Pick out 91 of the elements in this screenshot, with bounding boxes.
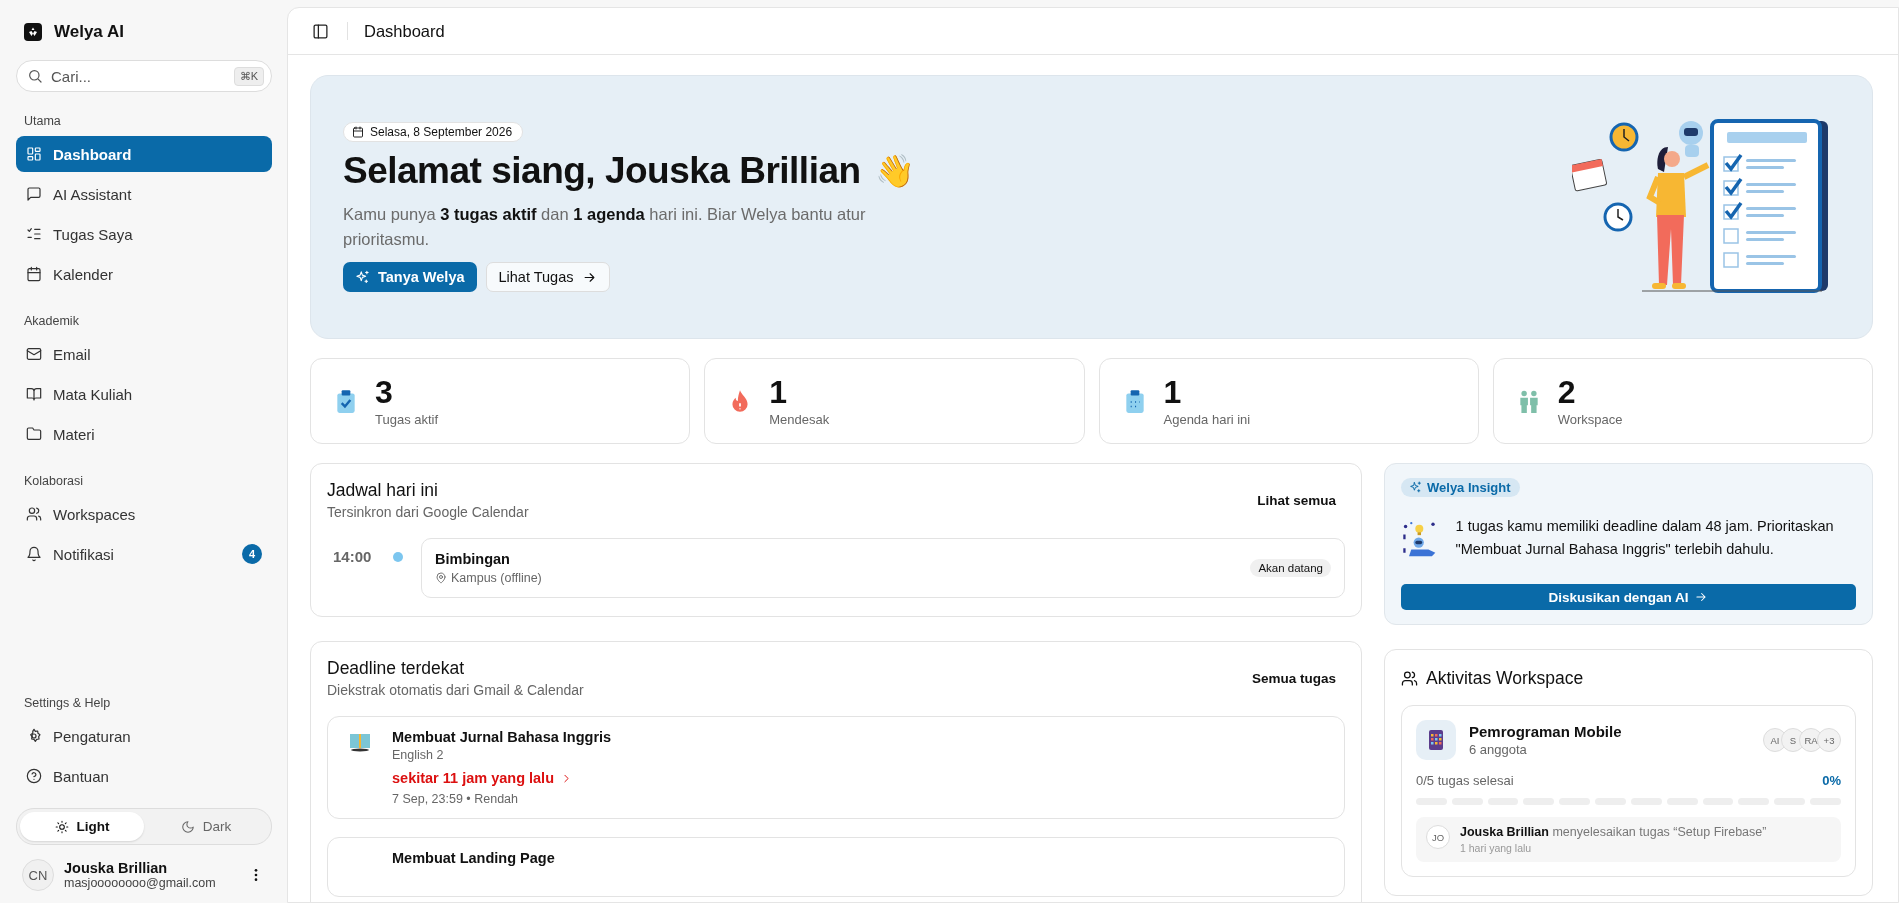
card-title: Aktivitas Workspace: [1426, 668, 1584, 689]
bell-icon: [26, 546, 42, 562]
sidebar-item[interactable]: Kalender: [16, 256, 272, 292]
activity-text: Jouska Brillian menyelesaikan tugas “Setup Firebase”: [1460, 825, 1767, 839]
sidebar-item[interactable]: AI Assistant: [16, 176, 272, 212]
checklist-icon: [26, 226, 42, 242]
progress-percent: 0%: [1822, 773, 1841, 788]
search-icon: [27, 68, 43, 84]
sparkle-icon: [355, 269, 370, 285]
sidebar-item[interactable]: Mata Kuliah: [16, 376, 272, 412]
event-card[interactable]: Bimbingan Kampus (offline) Akan datang: [421, 538, 1345, 598]
users-icon: [1401, 670, 1418, 687]
card-subtitle: Tersinkron dari Google Calendar: [327, 504, 529, 520]
sidebar-item[interactable]: Bantuan: [16, 758, 272, 794]
timeline-dot: [393, 552, 403, 562]
event-location: Kampus (offline): [451, 571, 542, 585]
waving-hand-emoji: 👋: [874, 152, 915, 190]
stat-value: 1: [1163, 375, 1183, 408]
activity-time: 1 hari yang lalu: [1460, 842, 1533, 854]
dashboard-icon: [26, 146, 42, 162]
sidebar-item[interactable]: Workspaces: [16, 496, 272, 532]
date-chip: Selasa, 8 September 2026: [343, 122, 524, 142]
sidebar-item[interactable]: Materi: [16, 416, 272, 452]
sidebar-item[interactable]: Dashboard: [16, 136, 272, 172]
discuss-button[interactable]: Diskusikan dengan AI: [1401, 584, 1856, 610]
theme-toggle[interactable]: Dark: [144, 812, 268, 841]
logo-icon: [24, 23, 42, 41]
insight-text: 1 tugas kamu memiliki deadline dalam 48 jam. Prioritaskan "Membuat Jurnal Bahasa Inggris" terlebih dahulu.: [1455, 517, 1835, 559]
moon-icon: [180, 819, 195, 834]
stat-value: 1: [769, 375, 789, 408]
summary-text: Kamu punya 3 tugas aktif dan 1 agenda hari ini. Biar Welya bantu atur prioritasmu.: [343, 204, 867, 250]
calendar-icon: [352, 126, 364, 138]
stat-value: 3: [375, 375, 394, 408]
sidebar-item[interactable]: Tugas Saya: [16, 216, 272, 252]
progress-text: 0/5 tugas selesai: [1416, 773, 1514, 788]
event-title: Bimbingan: [435, 551, 511, 567]
stat-label: Tugas aktif: [375, 411, 439, 427]
see-all-link[interactable]: Lihat semua: [1248, 492, 1345, 508]
user-avatar: JO: [1426, 825, 1450, 849]
course-name: English 2: [392, 748, 445, 762]
mail-icon: [26, 346, 42, 362]
location-pin-icon: [435, 572, 447, 584]
user-name: Jouska Brillian: [64, 860, 169, 876]
task-meta: 7 Sep, 23:59 • Rendah: [392, 792, 519, 806]
folder-icon: [26, 426, 42, 442]
member-count: 6 anggota: [1469, 742, 1528, 757]
section-title: Utama: [24, 114, 62, 128]
user-email: masjoooooooo@gmail.com: [64, 876, 217, 890]
deadline-item[interactable]: Membuat Landing Page: [327, 837, 1345, 897]
task-title: Membuat Jurnal Bahasa Inggris: [392, 729, 612, 745]
sidebar-item[interactable]: Pengaturan: [16, 718, 272, 754]
chat-icon: [26, 186, 42, 202]
event-time: 14:00: [332, 547, 373, 565]
status-tag: Akan datang: [1250, 559, 1331, 577]
help-icon: [26, 768, 42, 784]
card-title: Jadwal hari ini: [327, 480, 439, 501]
theme-toggle[interactable]: Light: [20, 812, 144, 841]
member-avatar: +3: [1817, 728, 1841, 752]
all-tasks-link[interactable]: Semua tugas: [1242, 670, 1345, 686]
stat-label: Agenda hari ini: [1163, 411, 1251, 427]
stat-value: 2: [1557, 375, 1577, 408]
book-icon: [26, 386, 42, 402]
sidebar-item[interactable]: Notifikasi 4: [16, 536, 272, 572]
brand-name: Welya AI: [54, 22, 124, 42]
ask-button[interactable]: Tanya Welya: [343, 262, 477, 292]
users-icon: [26, 506, 42, 522]
section-title: Settings & Help: [24, 696, 112, 710]
view-tasks-button[interactable]: Lihat Tugas: [485, 262, 610, 292]
card-title: Deadline terdekat: [327, 658, 466, 679]
sidebar-item[interactable]: Email: [16, 336, 272, 372]
stat-label: Mendesak: [769, 411, 830, 427]
section-title: Kolaborasi: [24, 474, 85, 488]
card-subtitle: Diekstrak otomatis dari Gmail & Calendar: [327, 682, 584, 698]
phone-icon: [1416, 720, 1456, 760]
shortcut-hint: ⌘K: [233, 67, 264, 86]
page-title: Dashboard: [364, 21, 445, 41]
insight-badge: Welya Insight: [1401, 478, 1520, 497]
greeting-title: Selamat siang, Jouska Brillian: [343, 150, 861, 192]
calendar-icon: [26, 266, 42, 282]
sparkle-icon: [1409, 481, 1422, 494]
deadline-item[interactable]: Membuat Jurnal Bahasa Inggris English 2 sekitar 11 jam yang lalu 7 Sep, 23:59 • Rendah: [327, 716, 1345, 819]
user-avatar: CN: [22, 859, 54, 891]
workspace-card[interactable]: Pemrograman Mobile 6 anggota AI S RA +3 0/5 tugas selesai 0% JO Jouska Brillian menyelesaikan tugas “Setup Firebase” 1 hari yang lalu: [1401, 705, 1856, 877]
arrow-right-icon: [1694, 590, 1709, 604]
sun-icon: [54, 819, 69, 834]
workspace-name: Pemrograman Mobile: [1469, 723, 1622, 740]
section-title: Akademik: [24, 314, 80, 328]
notification-badge: 4: [242, 544, 262, 564]
stat-label: Workspace: [1557, 411, 1623, 427]
due-time: sekitar 11 jam yang lalu: [392, 770, 554, 786]
task-title: Membuat Landing Page: [392, 850, 555, 866]
